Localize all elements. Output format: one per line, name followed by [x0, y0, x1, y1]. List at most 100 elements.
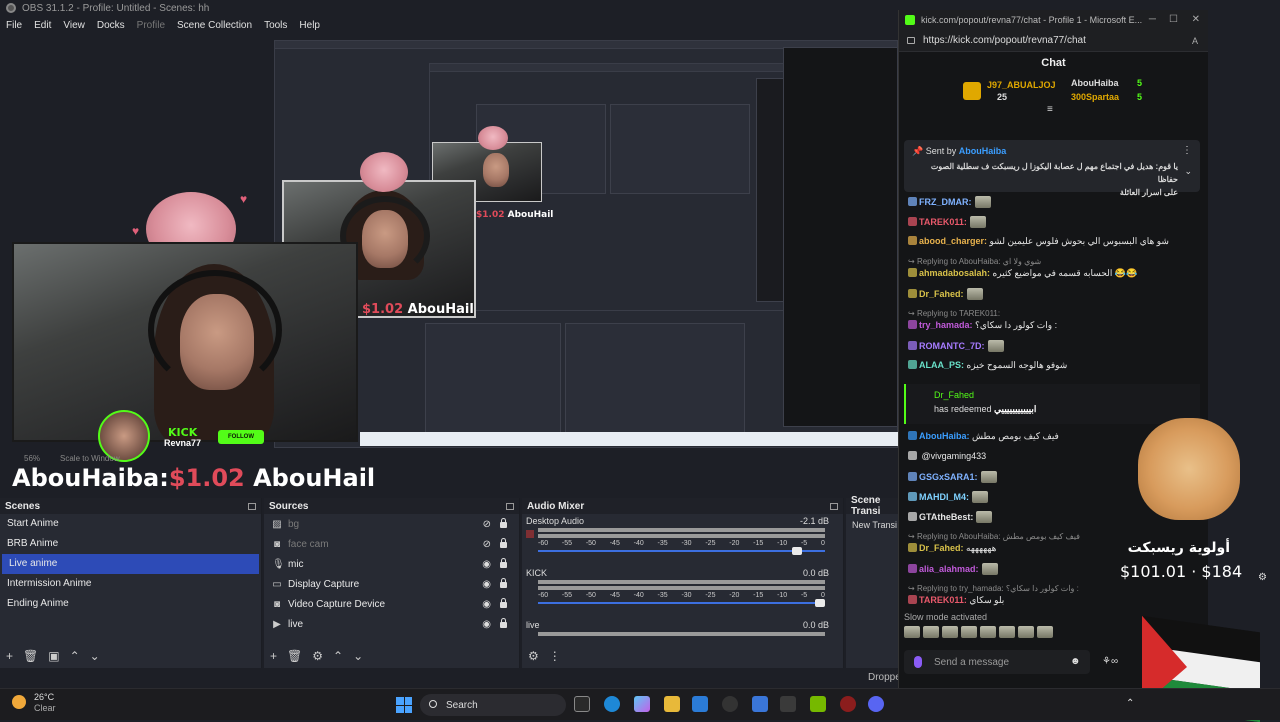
scene-item[interactable]: Ending Anime [0, 594, 261, 614]
app-icon[interactable] [780, 696, 796, 712]
chat-username[interactable]: MAHDI_M4: [919, 492, 969, 502]
emote-icon[interactable] [942, 626, 958, 638]
move-up-icon[interactable]: ⌃ [333, 649, 343, 663]
chevron-up-icon[interactable]: ⌃ [1126, 698, 1134, 709]
chat-message[interactable]: TAREK011: [908, 216, 986, 228]
url-text[interactable]: https://kick.com/popout/revna77/chat [923, 35, 1086, 46]
eye-icon[interactable]: ◉ [482, 599, 491, 610]
scene-item-active[interactable]: Live anime [2, 554, 259, 574]
emote-icon[interactable] [980, 626, 996, 638]
eye-icon[interactable]: ◉ [482, 579, 491, 590]
filter-icon[interactable]: ▣ [48, 649, 59, 663]
chevron-down-icon[interactable]: ⌄ [1184, 166, 1192, 177]
gear-icon[interactable]: ⚙ [528, 649, 539, 663]
chat-username[interactable]: ROMANTC_7D: [919, 341, 985, 351]
taskbar-search[interactable]: Search [420, 694, 566, 716]
scene-item[interactable]: BRB Anime [0, 534, 261, 554]
emote-icon[interactable] [923, 626, 939, 638]
emote-icon[interactable] [904, 626, 920, 638]
fader-knob[interactable] [815, 599, 825, 607]
chat-username[interactable]: try_hamada: [919, 320, 973, 330]
lock-icon[interactable] [500, 518, 507, 528]
source-item[interactable]: ▶ live ◉ [264, 614, 519, 634]
menu-tools[interactable]: Tools [264, 20, 287, 31]
chat-username[interactable]: GTAtheBest: [919, 512, 973, 522]
chat-message[interactable]: Dr_Fahed: [908, 288, 983, 300]
eye-hidden-icon[interactable]: ⊘ [483, 519, 491, 530]
copilot-icon[interactable] [634, 696, 650, 712]
chat-message[interactable]: @vivgaming433 [908, 451, 986, 461]
undock-icon[interactable] [830, 502, 838, 510]
emote-icon[interactable] [961, 626, 977, 638]
scale-option[interactable]: Scale to Window [60, 454, 120, 463]
chat-message[interactable]: GSGxSARA1: [908, 471, 997, 483]
volume-fader[interactable] [538, 599, 825, 607]
store-icon[interactable] [692, 696, 708, 712]
chat-username[interactable]: TAREK011: [919, 217, 967, 227]
chat-message[interactable]: AbouHaiba: فيف كيف بومص مطش [908, 431, 1059, 442]
chat-message[interactable]: Dr_Fahed: ههههههه [908, 543, 996, 554]
move-up-icon[interactable]: ⌃ [70, 649, 80, 663]
source-item[interactable]: ▨ bg ⊘ [264, 514, 519, 534]
obs-preview[interactable]: $1.02 AbouHail $1.02 AbouHail ♥ ♥ KICK R… [0, 34, 898, 464]
menu-edit[interactable]: Edit [34, 20, 51, 31]
emote-icon[interactable] [1018, 626, 1034, 638]
chat-message[interactable]: abood_charger: شو هاي البسبوس الي بحوش ف… [908, 236, 1169, 247]
chat-username[interactable]: abood_charger: [919, 236, 987, 246]
weather-widget[interactable]: 26°C Clear [12, 692, 56, 714]
chat-username[interactable]: alia_alahmad: [919, 564, 979, 574]
address-bar[interactable]: https://kick.com/popout/revna77/chat A [899, 30, 1208, 52]
settings-icon[interactable]: ⚘∞ [1102, 656, 1118, 667]
lock-icon[interactable] [500, 538, 507, 548]
expand-icon[interactable]: ≡ [1047, 104, 1053, 115]
nvidia-icon[interactable] [810, 696, 826, 712]
chat-message[interactable]: FRZ_DMAR: [908, 196, 991, 208]
start-button-icon[interactable] [396, 697, 412, 713]
menu-profile[interactable]: Profile [137, 20, 165, 31]
chat-message[interactable]: ALAA_PS: شوفو هالوجه السموح خيزه [908, 360, 1067, 371]
minimize-icon[interactable]: ─ [1149, 14, 1156, 25]
source-item[interactable]: ◙ face cam ⊘ [264, 534, 519, 554]
task-view-icon[interactable] [574, 696, 590, 712]
file-explorer-icon[interactable] [664, 696, 680, 712]
chat-message[interactable]: ROMANTC_7D: [908, 340, 1004, 352]
chat-username[interactable]: GSGxSARA1: [919, 472, 978, 482]
menu-help[interactable]: Help [299, 20, 320, 31]
more-options-icon[interactable]: ⋮ [549, 649, 561, 663]
move-down-icon[interactable]: ⌄ [90, 649, 100, 663]
chat-message[interactable]: GTAtheBest: [908, 511, 993, 523]
scene-item[interactable]: Intermission Anime [0, 574, 261, 594]
undock-icon[interactable] [506, 502, 514, 510]
move-down-icon[interactable]: ⌄ [353, 649, 363, 663]
lock-icon[interactable] [500, 558, 507, 568]
chat-message[interactable]: TAREK011: بلو سكاي [908, 595, 1004, 606]
eye-icon[interactable]: ◉ [482, 619, 491, 630]
chat-message[interactable]: MAHDI_M4: [908, 491, 989, 503]
fader-knob[interactable] [792, 547, 803, 555]
source-item[interactable]: 🎙 mic ◉ [264, 554, 519, 574]
volume-fader[interactable] [538, 547, 825, 555]
source-item[interactable]: ◙ Video Capture Device ◉ [264, 594, 519, 614]
chat-message[interactable]: ahmadabosalah: الحسابه قسمه في مواضيع كث… [908, 268, 1137, 279]
chat-message[interactable]: alia_alahmad: [908, 563, 998, 575]
menu-scene-collection[interactable]: Scene Collection [177, 20, 252, 31]
zoom-level[interactable]: 56% [24, 454, 40, 463]
edge-icon[interactable] [604, 696, 620, 712]
eye-hidden-icon[interactable]: ⊘ [483, 539, 491, 550]
app-icon[interactable] [752, 696, 768, 712]
emote-icon[interactable] [999, 626, 1015, 638]
obs-icon[interactable] [722, 696, 738, 712]
menu-docks[interactable]: Docks [97, 20, 125, 31]
mute-icon[interactable] [526, 530, 534, 538]
scene-item[interactable]: Start Anime [0, 514, 261, 534]
source-item[interactable]: ▭ Display Capture ◉ [264, 574, 519, 594]
more-options-icon[interactable]: ⋮ [1182, 145, 1192, 156]
add-source-icon[interactable]: + [270, 649, 277, 663]
chat-username[interactable]: ahmadabosalah: [919, 268, 990, 278]
chat-username[interactable]: AbouHaiba: [919, 431, 970, 441]
lock-icon[interactable] [500, 598, 507, 608]
menu-file[interactable]: File [6, 20, 22, 31]
chat-message[interactable]: try_hamada: وات كولور دا سكاي؟ : [908, 320, 1057, 331]
gear-icon[interactable]: ⚙ [312, 649, 323, 663]
app-icon[interactable] [840, 696, 856, 712]
